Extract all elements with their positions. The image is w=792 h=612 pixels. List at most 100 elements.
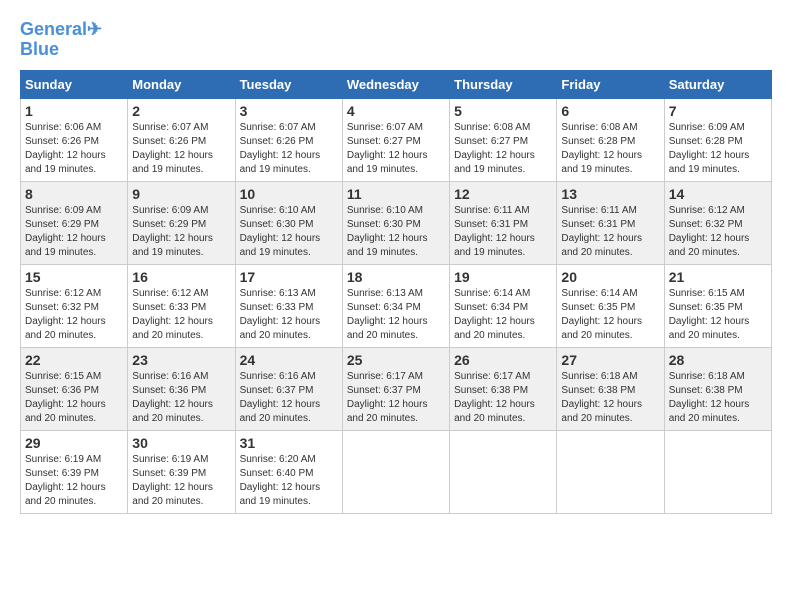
logo-text: General✈ <box>20 20 102 40</box>
day-header-tuesday: Tuesday <box>235 70 342 98</box>
day-number: 4 <box>347 103 445 119</box>
day-info: Sunrise: 6:10 AM Sunset: 6:30 PM Dayligh… <box>347 204 445 260</box>
day-info: Sunrise: 6:11 AM Sunset: 6:31 PM Dayligh… <box>454 204 552 260</box>
calendar-cell: 31 Sunrise: 6:20 AM Sunset: 6:40 PM Dayl… <box>235 430 342 513</box>
day-info: Sunrise: 6:08 AM Sunset: 6:28 PM Dayligh… <box>561 121 659 177</box>
day-number: 11 <box>347 186 445 202</box>
day-header-monday: Monday <box>128 70 235 98</box>
day-number: 29 <box>25 435 123 451</box>
day-info: Sunrise: 6:12 AM Sunset: 6:32 PM Dayligh… <box>25 287 123 343</box>
day-number: 8 <box>25 186 123 202</box>
calendar-cell <box>342 430 449 513</box>
day-number: 10 <box>240 186 338 202</box>
day-header-saturday: Saturday <box>664 70 771 98</box>
calendar-cell: 17 Sunrise: 6:13 AM Sunset: 6:33 PM Dayl… <box>235 264 342 347</box>
calendar-cell: 2 Sunrise: 6:07 AM Sunset: 6:26 PM Dayli… <box>128 98 235 181</box>
calendar-cell: 26 Sunrise: 6:17 AM Sunset: 6:38 PM Dayl… <box>450 347 557 430</box>
day-number: 13 <box>561 186 659 202</box>
calendar-cell: 8 Sunrise: 6:09 AM Sunset: 6:29 PM Dayli… <box>21 181 128 264</box>
day-number: 21 <box>669 269 767 285</box>
day-number: 3 <box>240 103 338 119</box>
day-number: 28 <box>669 352 767 368</box>
calendar-cell: 5 Sunrise: 6:08 AM Sunset: 6:27 PM Dayli… <box>450 98 557 181</box>
day-number: 19 <box>454 269 552 285</box>
day-number: 2 <box>132 103 230 119</box>
day-info: Sunrise: 6:14 AM Sunset: 6:35 PM Dayligh… <box>561 287 659 343</box>
calendar-cell: 29 Sunrise: 6:19 AM Sunset: 6:39 PM Dayl… <box>21 430 128 513</box>
day-info: Sunrise: 6:06 AM Sunset: 6:26 PM Dayligh… <box>25 121 123 177</box>
day-info: Sunrise: 6:09 AM Sunset: 6:29 PM Dayligh… <box>132 204 230 260</box>
day-number: 6 <box>561 103 659 119</box>
day-info: Sunrise: 6:19 AM Sunset: 6:39 PM Dayligh… <box>132 453 230 509</box>
calendar-cell: 30 Sunrise: 6:19 AM Sunset: 6:39 PM Dayl… <box>128 430 235 513</box>
day-info: Sunrise: 6:13 AM Sunset: 6:34 PM Dayligh… <box>347 287 445 343</box>
day-number: 15 <box>25 269 123 285</box>
day-info: Sunrise: 6:12 AM Sunset: 6:32 PM Dayligh… <box>669 204 767 260</box>
calendar-cell: 28 Sunrise: 6:18 AM Sunset: 6:38 PM Dayl… <box>664 347 771 430</box>
calendar-week-5: 29 Sunrise: 6:19 AM Sunset: 6:39 PM Dayl… <box>21 430 772 513</box>
day-info: Sunrise: 6:17 AM Sunset: 6:38 PM Dayligh… <box>454 370 552 426</box>
day-number: 23 <box>132 352 230 368</box>
day-number: 24 <box>240 352 338 368</box>
day-info: Sunrise: 6:11 AM Sunset: 6:31 PM Dayligh… <box>561 204 659 260</box>
calendar-cell: 6 Sunrise: 6:08 AM Sunset: 6:28 PM Dayli… <box>557 98 664 181</box>
calendar-week-3: 15 Sunrise: 6:12 AM Sunset: 6:32 PM Dayl… <box>21 264 772 347</box>
day-info: Sunrise: 6:18 AM Sunset: 6:38 PM Dayligh… <box>669 370 767 426</box>
calendar-cell <box>664 430 771 513</box>
calendar-cell: 14 Sunrise: 6:12 AM Sunset: 6:32 PM Dayl… <box>664 181 771 264</box>
day-info: Sunrise: 6:16 AM Sunset: 6:37 PM Dayligh… <box>240 370 338 426</box>
calendar-cell: 18 Sunrise: 6:13 AM Sunset: 6:34 PM Dayl… <box>342 264 449 347</box>
day-number: 9 <box>132 186 230 202</box>
day-number: 5 <box>454 103 552 119</box>
calendar-cell: 9 Sunrise: 6:09 AM Sunset: 6:29 PM Dayli… <box>128 181 235 264</box>
day-info: Sunrise: 6:09 AM Sunset: 6:29 PM Dayligh… <box>25 204 123 260</box>
day-info: Sunrise: 6:20 AM Sunset: 6:40 PM Dayligh… <box>240 453 338 509</box>
calendar-cell: 4 Sunrise: 6:07 AM Sunset: 6:27 PM Dayli… <box>342 98 449 181</box>
day-number: 27 <box>561 352 659 368</box>
day-number: 12 <box>454 186 552 202</box>
day-number: 18 <box>347 269 445 285</box>
calendar-cell: 25 Sunrise: 6:17 AM Sunset: 6:37 PM Dayl… <box>342 347 449 430</box>
day-number: 16 <box>132 269 230 285</box>
calendar-cell <box>450 430 557 513</box>
calendar-week-4: 22 Sunrise: 6:15 AM Sunset: 6:36 PM Dayl… <box>21 347 772 430</box>
day-number: 25 <box>347 352 445 368</box>
day-info: Sunrise: 6:14 AM Sunset: 6:34 PM Dayligh… <box>454 287 552 343</box>
day-info: Sunrise: 6:15 AM Sunset: 6:36 PM Dayligh… <box>25 370 123 426</box>
calendar-cell: 27 Sunrise: 6:18 AM Sunset: 6:38 PM Dayl… <box>557 347 664 430</box>
calendar-cell: 21 Sunrise: 6:15 AM Sunset: 6:35 PM Dayl… <box>664 264 771 347</box>
day-number: 20 <box>561 269 659 285</box>
calendar-cell: 16 Sunrise: 6:12 AM Sunset: 6:33 PM Dayl… <box>128 264 235 347</box>
day-number: 17 <box>240 269 338 285</box>
calendar-cell: 15 Sunrise: 6:12 AM Sunset: 6:32 PM Dayl… <box>21 264 128 347</box>
calendar-cell: 22 Sunrise: 6:15 AM Sunset: 6:36 PM Dayl… <box>21 347 128 430</box>
calendar-week-1: 1 Sunrise: 6:06 AM Sunset: 6:26 PM Dayli… <box>21 98 772 181</box>
calendar-week-2: 8 Sunrise: 6:09 AM Sunset: 6:29 PM Dayli… <box>21 181 772 264</box>
calendar-cell <box>557 430 664 513</box>
day-info: Sunrise: 6:15 AM Sunset: 6:35 PM Dayligh… <box>669 287 767 343</box>
day-info: Sunrise: 6:08 AM Sunset: 6:27 PM Dayligh… <box>454 121 552 177</box>
calendar-cell: 3 Sunrise: 6:07 AM Sunset: 6:26 PM Dayli… <box>235 98 342 181</box>
day-number: 22 <box>25 352 123 368</box>
day-info: Sunrise: 6:16 AM Sunset: 6:36 PM Dayligh… <box>132 370 230 426</box>
calendar-cell: 24 Sunrise: 6:16 AM Sunset: 6:37 PM Dayl… <box>235 347 342 430</box>
day-info: Sunrise: 6:07 AM Sunset: 6:26 PM Dayligh… <box>132 121 230 177</box>
calendar-cell: 23 Sunrise: 6:16 AM Sunset: 6:36 PM Dayl… <box>128 347 235 430</box>
day-info: Sunrise: 6:17 AM Sunset: 6:37 PM Dayligh… <box>347 370 445 426</box>
calendar-cell: 20 Sunrise: 6:14 AM Sunset: 6:35 PM Dayl… <box>557 264 664 347</box>
calendar: SundayMondayTuesdayWednesdayThursdayFrid… <box>20 70 772 514</box>
day-info: Sunrise: 6:18 AM Sunset: 6:38 PM Dayligh… <box>561 370 659 426</box>
page-header: General✈ Blue <box>20 20 772 60</box>
day-header-thursday: Thursday <box>450 70 557 98</box>
calendar-cell: 19 Sunrise: 6:14 AM Sunset: 6:34 PM Dayl… <box>450 264 557 347</box>
calendar-cell: 1 Sunrise: 6:06 AM Sunset: 6:26 PM Dayli… <box>21 98 128 181</box>
day-header-wednesday: Wednesday <box>342 70 449 98</box>
day-number: 7 <box>669 103 767 119</box>
calendar-cell: 7 Sunrise: 6:09 AM Sunset: 6:28 PM Dayli… <box>664 98 771 181</box>
day-number: 1 <box>25 103 123 119</box>
calendar-cell: 13 Sunrise: 6:11 AM Sunset: 6:31 PM Dayl… <box>557 181 664 264</box>
day-info: Sunrise: 6:07 AM Sunset: 6:26 PM Dayligh… <box>240 121 338 177</box>
day-info: Sunrise: 6:19 AM Sunset: 6:39 PM Dayligh… <box>25 453 123 509</box>
day-header-friday: Friday <box>557 70 664 98</box>
day-info: Sunrise: 6:10 AM Sunset: 6:30 PM Dayligh… <box>240 204 338 260</box>
